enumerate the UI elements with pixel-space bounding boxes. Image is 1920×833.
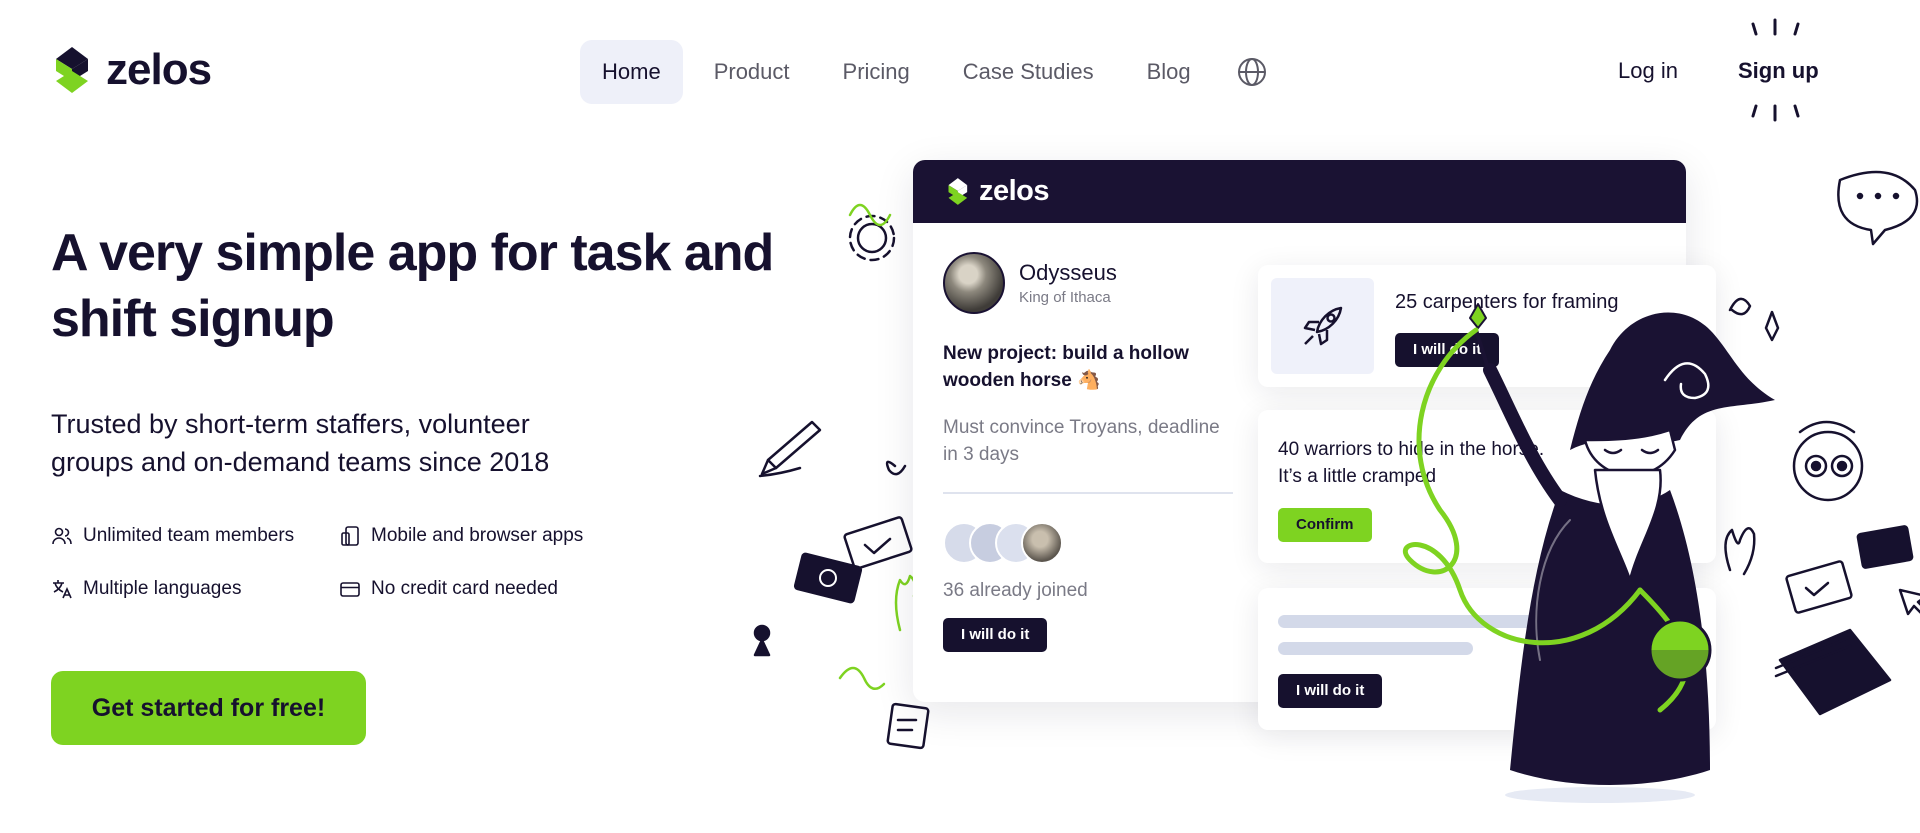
nav-pricing[interactable]: Pricing	[821, 40, 932, 104]
nav-blog[interactable]: Blog	[1125, 40, 1213, 104]
signup-link[interactable]: Sign up	[1738, 58, 1819, 84]
feature-label: No credit card needed	[371, 578, 558, 599]
main-nav: Home Product Pricing Case Studies Blog	[580, 40, 1268, 104]
globe-icon[interactable]	[1236, 56, 1268, 88]
credit-card-icon	[340, 582, 360, 597]
wizard-illustration	[1402, 303, 1775, 803]
nav-product[interactable]: Product	[692, 40, 812, 104]
feature-item: Multiple languages	[51, 577, 339, 601]
checkbox-card-doodle-icon	[843, 516, 913, 570]
post-title: New project: build a hollow wooden horse…	[943, 343, 1189, 391]
chat-bubble-doodle-icon	[1837, 170, 1919, 246]
joined-count: 36 already joined	[943, 580, 1088, 601]
zelos-logo-icon	[948, 178, 968, 205]
feature-item: Unlimited team members	[51, 524, 339, 548]
zelos-logo-icon	[56, 47, 88, 93]
feature-list: Unlimited team members Mobile and browse…	[51, 524, 691, 601]
avatar	[1021, 522, 1063, 564]
hero-title: A very simple app for task and shift sig…	[51, 224, 774, 348]
hero-subtitle: Trusted by short-term staffers, voluntee…	[51, 409, 550, 477]
note-doodle-icon	[886, 702, 930, 750]
feature-label: Unlimited team members	[83, 525, 295, 546]
gear-doodle-icon	[848, 214, 896, 262]
login-link[interactable]: Log in	[1618, 58, 1678, 84]
author-info: Odysseus King of Ithaca	[1019, 260, 1117, 306]
task-icon-tile	[1271, 278, 1374, 374]
nav-home[interactable]: Home	[580, 40, 683, 104]
devices-icon	[341, 526, 359, 546]
post-author: Odysseus King of Ithaca	[943, 252, 1233, 314]
zelos-logo[interactable]: zelos	[50, 45, 212, 94]
joined-avatars	[943, 522, 1233, 564]
post-divider	[943, 492, 1233, 494]
avatar	[943, 252, 1005, 314]
logo-wordmark: zelos	[106, 45, 212, 94]
get-started-button[interactable]: Get started for free!	[51, 671, 366, 745]
swirl-doodle	[885, 460, 907, 476]
author-role: King of Ithaca	[1019, 289, 1111, 306]
site-header: zelos Home Product Pricing Case Studies …	[0, 0, 1920, 145]
green-squiggle-doodle	[838, 666, 886, 691]
app-mockup-title: zelos	[979, 175, 1050, 207]
pawn-doodle-icon	[753, 624, 771, 657]
post-description: Must convince Troyans, deadline in 3 day…	[943, 417, 1220, 465]
app-mockup-header: zelos	[913, 160, 1686, 223]
users-icon	[52, 527, 72, 545]
author-name: Odysseus	[1019, 260, 1117, 285]
i-will-do-it-button[interactable]: I will do it	[1278, 674, 1383, 708]
project-post-card: Odysseus King of Ithaca New project: bui…	[943, 252, 1233, 652]
translate-icon	[53, 580, 72, 599]
feature-item: Mobile and browser apps	[339, 524, 639, 548]
arrow-cursor-doodle-icon	[1898, 588, 1920, 616]
pencil-doodle-icon	[758, 420, 822, 478]
feature-label: Mobile and browser apps	[371, 525, 584, 546]
nav-case-studies[interactable]: Case Studies	[941, 40, 1116, 104]
thumbs-card-doodle-icon	[1856, 525, 1914, 569]
i-will-do-it-button[interactable]: I will do it	[943, 618, 1048, 652]
rocket-icon	[1303, 306, 1342, 346]
feature-label: Multiple languages	[83, 578, 242, 599]
confirm-button[interactable]: Confirm	[1278, 508, 1372, 542]
feature-item: No credit card needed	[339, 577, 639, 601]
